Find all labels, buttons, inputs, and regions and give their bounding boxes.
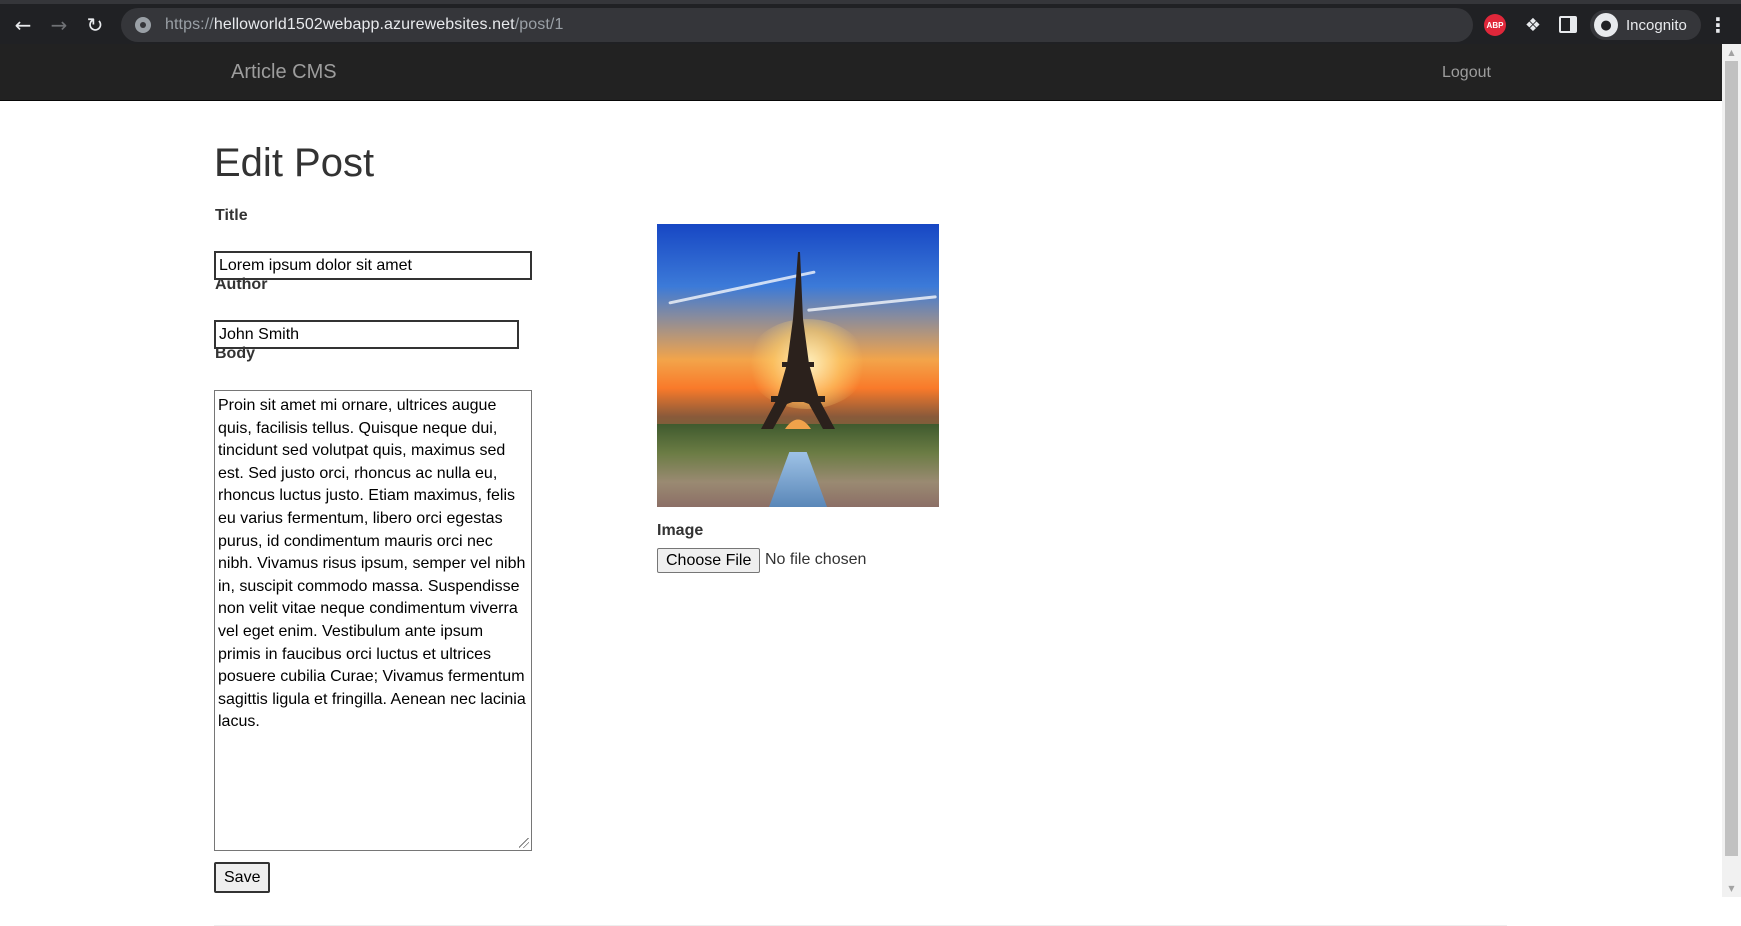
address-bar[interactable]: https://helloworld1502webapp.azurewebsit…: [121, 8, 1473, 42]
scroll-down-icon[interactable]: ▼: [1722, 880, 1741, 897]
page-title: Edit Post: [214, 141, 375, 185]
kebab-menu-icon[interactable]: ⋮: [1708, 12, 1728, 38]
brand-link[interactable]: Article CMS: [231, 44, 337, 101]
logout-link[interactable]: Logout: [1442, 44, 1491, 101]
eiffel-tower-icon: [761, 252, 835, 429]
forward-arrow-icon[interactable]: →: [44, 10, 74, 40]
image-label: Image: [657, 522, 704, 539]
url-text: https://helloworld1502webapp.azurewebsit…: [165, 16, 563, 34]
title-label: Title: [215, 207, 248, 224]
page-viewport: Article CMS Logout Edit Post Title Autho…: [0, 44, 1741, 926]
main-container: Edit Post Title Author Body Proin sit am…: [214, 101, 1507, 926]
body-label: Body: [215, 345, 255, 362]
scroll-up-icon[interactable]: ▲: [1722, 44, 1741, 61]
file-status-text: No file chosen: [765, 551, 867, 568]
browser-toolbar: ← → ↻ https://helloworld1502webapp.azure…: [0, 0, 1741, 44]
scrollbar-thumb[interactable]: [1725, 61, 1738, 856]
url-path: /post/1: [514, 16, 564, 33]
post-image: [657, 224, 939, 507]
puzzle-icon[interactable]: ❖: [1520, 12, 1546, 38]
url-host: helloworld1502webapp.azurewebsites.net: [213, 16, 515, 33]
url-scheme: https://: [165, 16, 214, 33]
adblock-extension-icon[interactable]: ABP: [1484, 14, 1506, 36]
vertical-scrollbar[interactable]: ▲ ▼: [1722, 44, 1741, 897]
top-navbar: Article CMS Logout: [0, 44, 1722, 101]
side-panel-icon[interactable]: [1559, 16, 1577, 33]
author-label: Author: [215, 276, 268, 293]
incognito-icon: ●: [1594, 13, 1618, 37]
reload-icon[interactable]: ↻: [80, 10, 110, 40]
save-button[interactable]: Save: [214, 862, 271, 893]
incognito-indicator[interactable]: ● Incognito: [1590, 10, 1701, 40]
textarea-resize-handle[interactable]: [519, 838, 529, 848]
incognito-label: Incognito: [1626, 16, 1687, 34]
choose-file-button[interactable]: Choose File: [657, 548, 761, 573]
body-textarea[interactable]: Proin sit amet mi ornare, ultrices augue…: [214, 390, 532, 851]
site-info-icon[interactable]: [135, 17, 151, 33]
author-input[interactable]: [214, 320, 519, 349]
back-arrow-icon[interactable]: ←: [8, 10, 38, 40]
